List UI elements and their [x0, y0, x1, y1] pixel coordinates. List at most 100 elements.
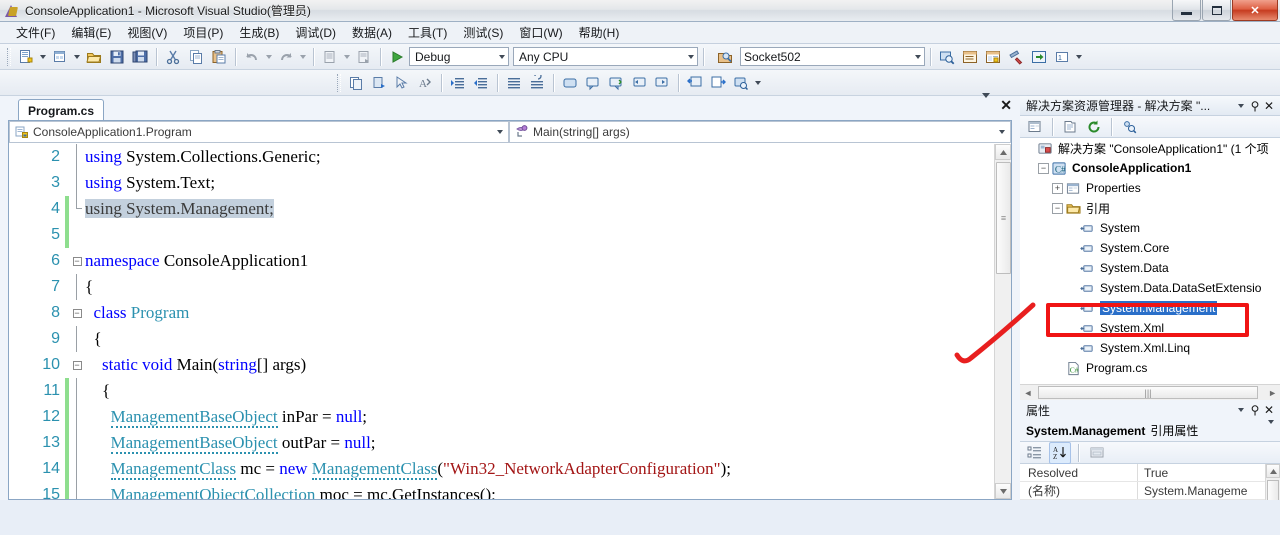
alphabetical-icon[interactable]: AZ [1049, 441, 1071, 464]
code-line[interactable]: 9 { [9, 326, 994, 352]
chevron-down-icon[interactable] [1234, 98, 1248, 114]
menu-item-window[interactable]: 窗口(W) [511, 22, 570, 43]
expand-icon[interactable]: + [1052, 182, 1063, 194]
outline-margin[interactable] [69, 378, 85, 404]
refresh-icon[interactable] [1083, 116, 1105, 138]
code-line[interactable]: 6 − namespace ConsoleApplication1 [9, 248, 994, 274]
start-debug-icon[interactable] [386, 46, 408, 68]
collapse-icon[interactable]: − [72, 360, 82, 370]
tree-item[interactable]: System.Management [1020, 298, 1280, 318]
menu-item-project[interactable]: 项目(P) [175, 22, 231, 43]
scroll-up-icon[interactable] [995, 144, 1011, 160]
increase-indent-icon[interactable] [447, 72, 469, 94]
tree-item[interactable]: − C# ConsoleApplication1 [1020, 158, 1280, 178]
toggle-all-bookmarks-icon[interactable] [707, 72, 729, 94]
properties-window-icon[interactable] [982, 46, 1004, 68]
next-bookmark-icon[interactable] [651, 72, 673, 94]
comment-block-icon[interactable] [582, 72, 604, 94]
navigation-member-combo[interactable]: Main(string[] args) [509, 121, 1011, 143]
property-value[interactable]: System.Manageme [1138, 482, 1280, 499]
redo-icon[interactable] [275, 46, 297, 68]
select-all-icon[interactable] [391, 72, 413, 94]
show-all-files-icon[interactable] [1059, 116, 1081, 138]
property-pages-icon[interactable] [1086, 442, 1108, 464]
code-line[interactable]: 11 { [9, 378, 994, 404]
menu-item-data[interactable]: 数据(A) [344, 22, 400, 43]
new-item-dropdown[interactable] [72, 46, 82, 68]
menu-item-build[interactable]: 生成(B) [231, 22, 287, 43]
text-editor-toolbar-grip[interactable] [337, 73, 341, 92]
toolbox-icon[interactable] [1005, 46, 1027, 68]
document-tab-program-cs[interactable]: Program.cs [18, 99, 105, 120]
display-lines-icon[interactable] [345, 72, 367, 94]
collapse-icon[interactable]: − [1038, 162, 1049, 174]
categorized-icon[interactable] [1024, 442, 1046, 464]
outline-margin[interactable] [69, 222, 85, 248]
menu-item-view[interactable]: 视图(V) [119, 22, 175, 43]
property-value[interactable]: True [1138, 464, 1280, 481]
code-line[interactable]: 14 ManagementClass mc = new ManagementCl… [9, 456, 994, 482]
code-line[interactable]: 15 ManagementObjectCollection moc = mc.G… [9, 482, 994, 499]
code-line[interactable]: 2 using System.Collections.Generic; [9, 144, 994, 170]
toggle-bookmark-icon[interactable] [368, 72, 390, 94]
solution-hscroll-thumb[interactable]: ||| [1038, 386, 1258, 399]
navigate-forward-icon[interactable] [353, 46, 375, 68]
navigation-type-combo[interactable]: ConsoleApplication1.Program [9, 121, 509, 143]
editor-vertical-scrollbar[interactable]: ≡ [994, 144, 1011, 499]
cut-icon[interactable] [162, 46, 184, 68]
tree-item[interactable]: System.Data [1020, 258, 1280, 278]
scroll-down-icon[interactable] [995, 483, 1011, 499]
code-line[interactable]: 12 ManagementBaseObject inPar = null; [9, 404, 994, 430]
new-item-icon[interactable] [49, 46, 71, 68]
outline-margin[interactable] [69, 144, 85, 170]
uncomment-block-icon[interactable] [605, 72, 627, 94]
editor-scrollbar-thumb[interactable]: ≡ [996, 162, 1011, 274]
properties-object-combo[interactable]: System.Management 引用属性 [1020, 419, 1280, 442]
solution-explorer-icon[interactable] [959, 46, 981, 68]
maximize-button[interactable] [1202, 0, 1231, 21]
close-icon[interactable]: ✕ [1000, 98, 1012, 112]
scroll-left-icon[interactable]: ◄ [1020, 388, 1036, 398]
error-list-icon[interactable]: 1 [1051, 46, 1073, 68]
minimize-button[interactable] [1172, 0, 1201, 21]
new-project-icon[interactable] [15, 46, 37, 68]
redo-dropdown[interactable] [298, 46, 308, 68]
prev-bookmark-icon[interactable] [628, 72, 650, 94]
toolbar-grip[interactable] [7, 47, 11, 66]
menu-item-help[interactable]: 帮助(H) [571, 22, 628, 43]
tree-item[interactable]: C# Program.cs [1020, 358, 1280, 378]
close-icon[interactable]: ✕ [1262, 402, 1276, 418]
undo-dropdown[interactable] [264, 46, 274, 68]
comment-selection-icon[interactable] [503, 72, 525, 94]
outline-margin[interactable] [69, 274, 85, 300]
tree-item[interactable]: System.Core [1020, 238, 1280, 258]
tree-item[interactable]: System.Xml [1020, 318, 1280, 338]
chevron-down-icon[interactable] [1234, 402, 1248, 418]
properties-icon[interactable] [1024, 116, 1046, 138]
tree-item[interactable]: + Properties [1020, 178, 1280, 198]
solution-explorer-hscrollbar[interactable]: ◄ ||| ► [1020, 384, 1280, 400]
code-line[interactable]: 7{ [9, 274, 994, 300]
tree-item[interactable]: System.Xml.Linq [1020, 338, 1280, 358]
pin-icon[interactable]: ⚲ [1248, 98, 1262, 114]
pin-icon[interactable]: ⚲ [1248, 402, 1262, 418]
tree-item[interactable]: System.Data.DataSetExtensio [1020, 278, 1280, 298]
code-line[interactable]: 13 ManagementBaseObject outPar = null; [9, 430, 994, 456]
collapse-icon[interactable]: − [1052, 202, 1063, 214]
scroll-right-icon[interactable]: ► [1268, 388, 1277, 398]
outline-margin[interactable] [69, 430, 85, 456]
tree-item[interactable]: − 引用 [1020, 198, 1280, 218]
outline-margin[interactable] [69, 326, 85, 352]
toolbar-overflow-dropdown[interactable] [1074, 46, 1084, 68]
uncomment-selection-icon[interactable] [526, 72, 548, 94]
properties-grid-scrollbar[interactable] [1265, 464, 1280, 500]
properties-grid[interactable]: Resolved True (名称) System.Manageme [1020, 464, 1280, 500]
close-button[interactable]: ✕ [1232, 0, 1278, 21]
outline-margin[interactable]: − [69, 248, 85, 274]
copy-icon[interactable] [185, 46, 207, 68]
outline-margin[interactable] [69, 196, 85, 222]
save-icon[interactable] [106, 46, 128, 68]
scroll-up-icon[interactable] [1266, 464, 1280, 478]
new-project-dropdown[interactable] [38, 46, 48, 68]
find-input[interactable]: Socket502 [740, 47, 925, 66]
